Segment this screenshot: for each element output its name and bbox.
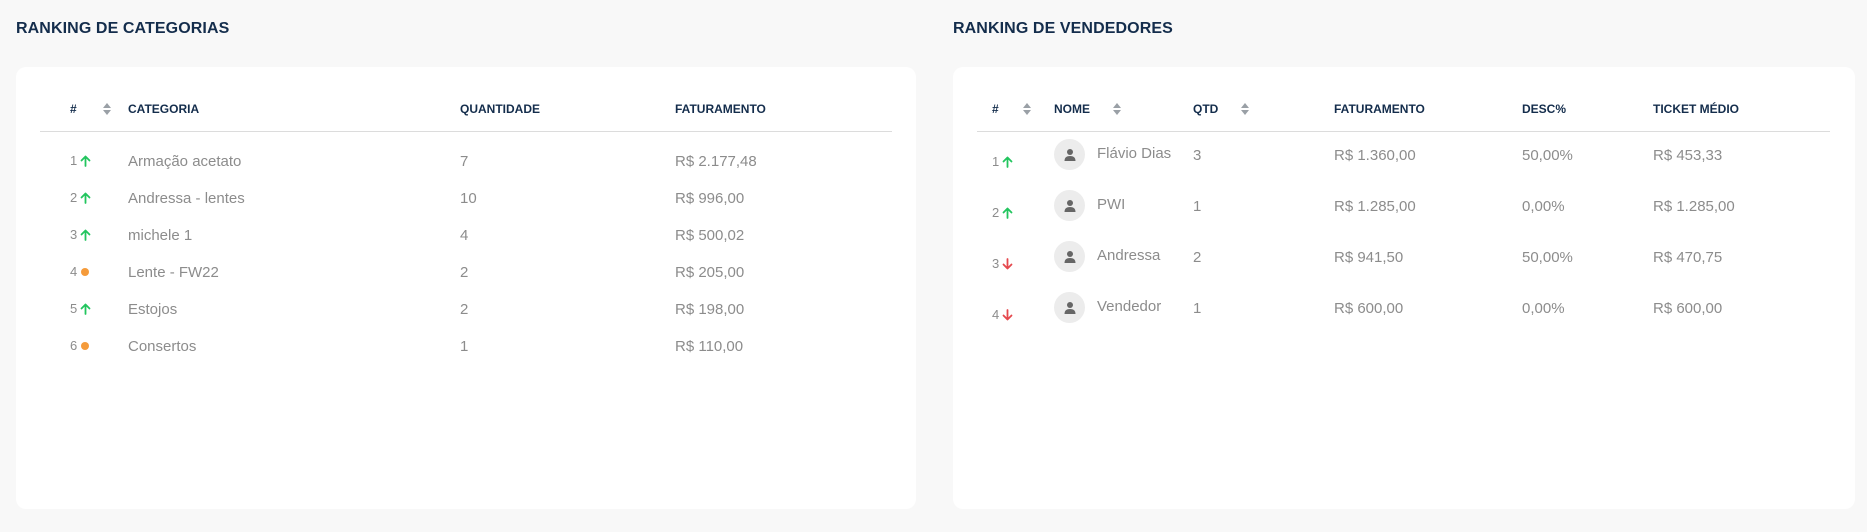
rank-number: 1	[70, 153, 78, 168]
sort-icon[interactable]	[102, 102, 112, 116]
sort-icon[interactable]	[1022, 102, 1032, 116]
header-ticket[interactable]: TICKET MÉDIO	[1653, 87, 1739, 131]
category-table-header: # CATEGORIA QUANTIDADE FATURAMENTO	[40, 87, 892, 132]
discount-cell: 50,00%	[1522, 147, 1573, 164]
trend-down-icon	[1002, 308, 1013, 320]
rank-number: 5	[70, 301, 78, 316]
revenue-cell: R$ 110,00	[675, 338, 744, 355]
rank-cell: 2	[70, 190, 91, 205]
trend-up-icon	[80, 303, 91, 315]
quantity-cell: 2	[460, 264, 469, 281]
category-cell: Armação acetato	[128, 153, 242, 170]
trend-up-icon	[80, 229, 91, 241]
ticket-cell: R$ 1.285,00	[1653, 198, 1735, 215]
rank-cell: 5	[70, 301, 91, 316]
person-icon	[1064, 250, 1075, 263]
sort-icon[interactable]	[1240, 102, 1250, 116]
category-ranking-card: # CATEGORIA QUANTIDADE FATURAMENTO 1 Arma…	[16, 67, 916, 509]
rank-number: 3	[70, 227, 78, 242]
avatar	[1054, 241, 1085, 272]
discount-cell: 50,00%	[1522, 249, 1573, 266]
quantity-cell: 10	[460, 190, 477, 207]
category-cell: Consertos	[128, 338, 197, 355]
qty-cell: 3	[1193, 147, 1202, 164]
qty-cell: 2	[1193, 249, 1202, 266]
seller-ranking-card: # NOME QTD FATURAMENTO DESC% TICKET MÉDI…	[953, 67, 1855, 509]
rank-cell: 3	[70, 227, 91, 242]
header-name[interactable]: NOME	[1054, 87, 1090, 131]
seller-name-cell: Flávio Dias	[1097, 145, 1172, 162]
revenue-cell: R$ 1.285,00	[1334, 198, 1416, 215]
quantity-cell: 2	[460, 301, 469, 318]
category-cell: michele 1	[128, 227, 193, 244]
quantity-cell: 1	[460, 338, 469, 355]
revenue-cell: R$ 1.360,00	[1334, 147, 1416, 164]
revenue-cell: R$ 205,00	[675, 264, 745, 281]
seller-table-header: # NOME QTD FATURAMENTO DESC% TICKET MÉDI…	[977, 87, 1830, 132]
qty-cell: 1	[1193, 198, 1202, 215]
header-category[interactable]: CATEGORIA	[128, 87, 199, 131]
avatar	[1054, 139, 1085, 170]
rank-number: 3	[992, 256, 1000, 271]
revenue-cell: R$ 198,00	[675, 301, 745, 318]
rank-cell: 6	[70, 338, 90, 353]
trend-up-icon	[80, 155, 91, 167]
rank-cell: 3	[992, 256, 1013, 271]
category-ranking-title: RANKING DE CATEGORIAS	[16, 20, 230, 37]
person-icon	[1064, 199, 1075, 212]
category-cell: Andressa - lentes	[128, 190, 245, 207]
revenue-cell: R$ 2.177,48	[675, 153, 757, 170]
ticket-cell: R$ 470,75	[1653, 249, 1723, 266]
category-cell: Estojos	[128, 301, 178, 318]
revenue-cell: R$ 500,02	[675, 227, 745, 244]
header-discount[interactable]: DESC%	[1522, 87, 1566, 131]
rank-cell: 4	[70, 264, 90, 279]
header-revenue[interactable]: FATURAMENTO	[675, 87, 766, 131]
header-rank: #	[70, 102, 77, 116]
avatar	[1054, 190, 1085, 221]
quantity-cell: 4	[460, 227, 469, 244]
rank-number: 6	[70, 338, 78, 353]
seller-name-cell: Andressa	[1097, 247, 1161, 264]
rank-number: 2	[70, 190, 78, 205]
person-icon	[1064, 301, 1075, 314]
qty-cell: 1	[1193, 300, 1202, 317]
trend-neutral-icon	[81, 267, 90, 276]
trend-down-icon	[1002, 257, 1013, 269]
rank-number: 4	[70, 264, 78, 279]
seller-ranking-title: RANKING DE VENDEDORES	[953, 20, 1173, 37]
quantity-cell: 7	[460, 153, 469, 170]
revenue-cell: R$ 996,00	[675, 190, 745, 207]
trend-up-icon	[1002, 156, 1013, 168]
header-revenue[interactable]: FATURAMENTO	[1334, 87, 1425, 131]
trend-up-icon	[1002, 207, 1013, 219]
header-rank: #	[992, 102, 999, 116]
sort-icon[interactable]	[1112, 102, 1122, 116]
rank-number: 2	[992, 205, 1000, 220]
category-cell: Lente - FW22	[128, 264, 219, 281]
rank-cell: 1	[70, 153, 91, 168]
seller-name-cell: Vendedor	[1097, 298, 1162, 315]
rank-cell: 1	[992, 154, 1013, 169]
trend-up-icon	[80, 192, 91, 204]
rank-number: 1	[992, 154, 1000, 169]
rank-cell: 2	[992, 205, 1013, 220]
person-icon	[1064, 148, 1075, 161]
ticket-cell: R$ 600,00	[1653, 300, 1723, 317]
header-quantity[interactable]: QUANTIDADE	[460, 87, 540, 131]
revenue-cell: R$ 941,50	[1334, 249, 1404, 266]
ticket-cell: R$ 453,33	[1653, 147, 1723, 164]
header-qty[interactable]: QTD	[1193, 87, 1218, 131]
trend-neutral-icon	[81, 341, 90, 350]
discount-cell: 0,00%	[1522, 198, 1565, 215]
revenue-cell: R$ 600,00	[1334, 300, 1404, 317]
rank-number: 4	[992, 307, 1000, 322]
dashboard-rankings: RANKING DE CATEGORIAS # CATEGORIA QUANTI…	[0, 0, 1867, 532]
discount-cell: 0,00%	[1522, 300, 1565, 317]
rank-cell: 4	[992, 307, 1013, 322]
seller-name-cell: PWI	[1097, 196, 1126, 213]
avatar	[1054, 292, 1085, 323]
